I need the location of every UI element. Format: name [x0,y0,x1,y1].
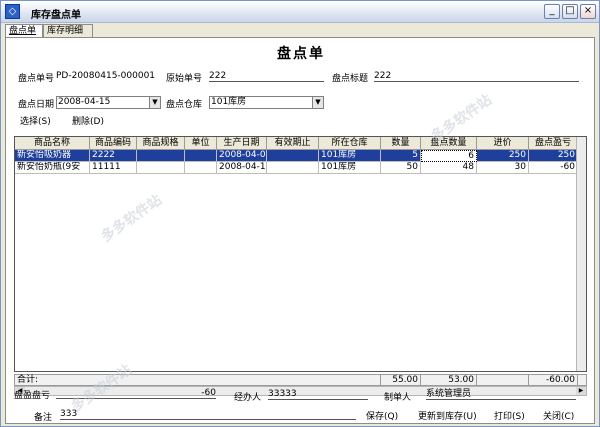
cell-unit[interactable] [185,150,217,162]
totals-count-qty: 53.00 [421,375,477,385]
table-vertical-scrollbar[interactable] [576,137,586,371]
cell-code[interactable]: 11111 [90,162,137,174]
app-icon: ◇ [5,4,20,19]
col-header-mfg-date[interactable]: 生产日期 [217,137,267,150]
cell-mfg-date[interactable]: 2008-04-08 [217,150,267,162]
orig-no-label: 原始单号 [166,74,203,84]
cell-expiry[interactable] [267,162,319,174]
cell-profit[interactable]: 250 [529,150,578,162]
col-header-qty[interactable]: 数量 [381,137,421,150]
maker-label: 制单人 [384,393,412,403]
totals-label: 合计: [15,375,381,385]
chevron-down-icon[interactable]: ▼ [312,97,323,108]
cell-price[interactable]: 30 [477,162,529,174]
cell-code[interactable]: 2222 [90,150,137,162]
cell-qty[interactable]: 50 [381,162,421,174]
col-header-profit[interactable]: 盘点盈亏 [529,137,578,150]
totals-profit: -60.00 [529,375,578,385]
cell-mfg-date[interactable]: 2008-04-13 [217,162,267,174]
cell-count-qty[interactable]: 48 [421,162,477,174]
cell-expiry[interactable] [267,150,319,162]
items-table[interactable]: 商品名称 商品编码 商品规格 单位 生产日期 有效期止 所在仓库 数量 盘点数量… [14,136,587,372]
cell-spec[interactable] [137,150,185,162]
cell-warehouse[interactable]: 101库房 [319,150,381,162]
form-heading: 盘点单 [277,46,325,62]
close-window-button[interactable]: × [580,4,596,19]
cell-name[interactable]: 新安怡吸奶器 [15,150,90,162]
date-picker[interactable]: 2008-04-15 ▼ [56,96,161,109]
tab-stock-detail[interactable]: 库存明细 [43,24,93,38]
remark-label: 备注 [34,413,53,423]
select-button[interactable]: 选择(S) [20,114,51,127]
profit-label: 盘盈盘亏 [14,391,51,401]
maximize-button[interactable]: □ [562,4,578,19]
close-button[interactable]: 关闭(C) [543,409,574,422]
save-button[interactable]: 保存(Q) [366,409,398,422]
remark-field[interactable]: 333 [60,409,356,420]
minimize-button[interactable]: _ [544,4,560,19]
update-stock-button[interactable]: 更新到库存(U) [418,409,477,422]
title-field[interactable]: 222 [374,71,579,82]
title-label: 盘点标题 [332,74,369,84]
window-title: 库存盘点单 [31,10,81,21]
date-label: 盘点日期 [18,100,55,110]
chevron-down-icon[interactable]: ▼ [149,97,160,108]
handler-field[interactable]: 33333 [268,389,368,400]
delete-button[interactable]: 删除(D) [72,114,104,127]
bill-no-value: PD-20080415-000001 [56,71,156,81]
col-header-code[interactable]: 商品编码 [90,137,137,150]
form-panel: 盘点单 盘点单号 PD-20080415-000001 原始单号 222 盘点标… [5,37,595,424]
print-button[interactable]: 打印(S) [494,409,525,422]
main-window: ◇ 库存盘点单 _ □ × 盘点单 库存明细 盘点单 盘点单号 PD-20080… [0,0,600,427]
col-header-spec[interactable]: 商品规格 [137,137,185,150]
col-header-warehouse[interactable]: 所在仓库 [319,137,381,150]
scroll-right-icon[interactable]: ▶ [576,387,586,395]
cell-profit[interactable]: -60 [529,162,578,174]
tab-count-bill[interactable]: 盘点单 [5,24,43,38]
totals-price [477,375,529,385]
handler-label: 经办人 [234,393,262,403]
title-bar[interactable]: ◇ 库存盘点单 _ □ × [1,1,599,23]
totals-qty: 55.00 [381,375,421,385]
date-value: 2008-04-15 [58,97,111,107]
col-header-price[interactable]: 进价 [477,137,529,150]
cell-qty[interactable]: 5 [381,150,421,162]
cell-spec[interactable] [137,162,185,174]
bill-no-label: 盘点单号 [18,74,55,84]
col-header-name[interactable]: 商品名称 [15,137,90,150]
warehouse-value: 101库房 [211,97,247,107]
cell-count-qty[interactable]: 6 [421,150,477,162]
cell-name[interactable]: 新安怡奶瓶(9安 [15,162,90,174]
col-header-unit[interactable]: 单位 [185,137,217,150]
col-header-expiry[interactable]: 有效期止 [267,137,319,150]
cell-unit[interactable] [185,162,217,174]
warehouse-select[interactable]: 101库房 ▼ [209,96,324,109]
warehouse-label: 盘点仓库 [166,100,203,110]
col-header-count-qty[interactable]: 盘点数量 [421,137,477,150]
orig-no-field[interactable]: 222 [209,71,324,82]
cell-warehouse[interactable]: 101库房 [319,162,381,174]
maker-value: 系统管理员 [426,389,576,400]
cell-price[interactable]: 250 [477,150,529,162]
